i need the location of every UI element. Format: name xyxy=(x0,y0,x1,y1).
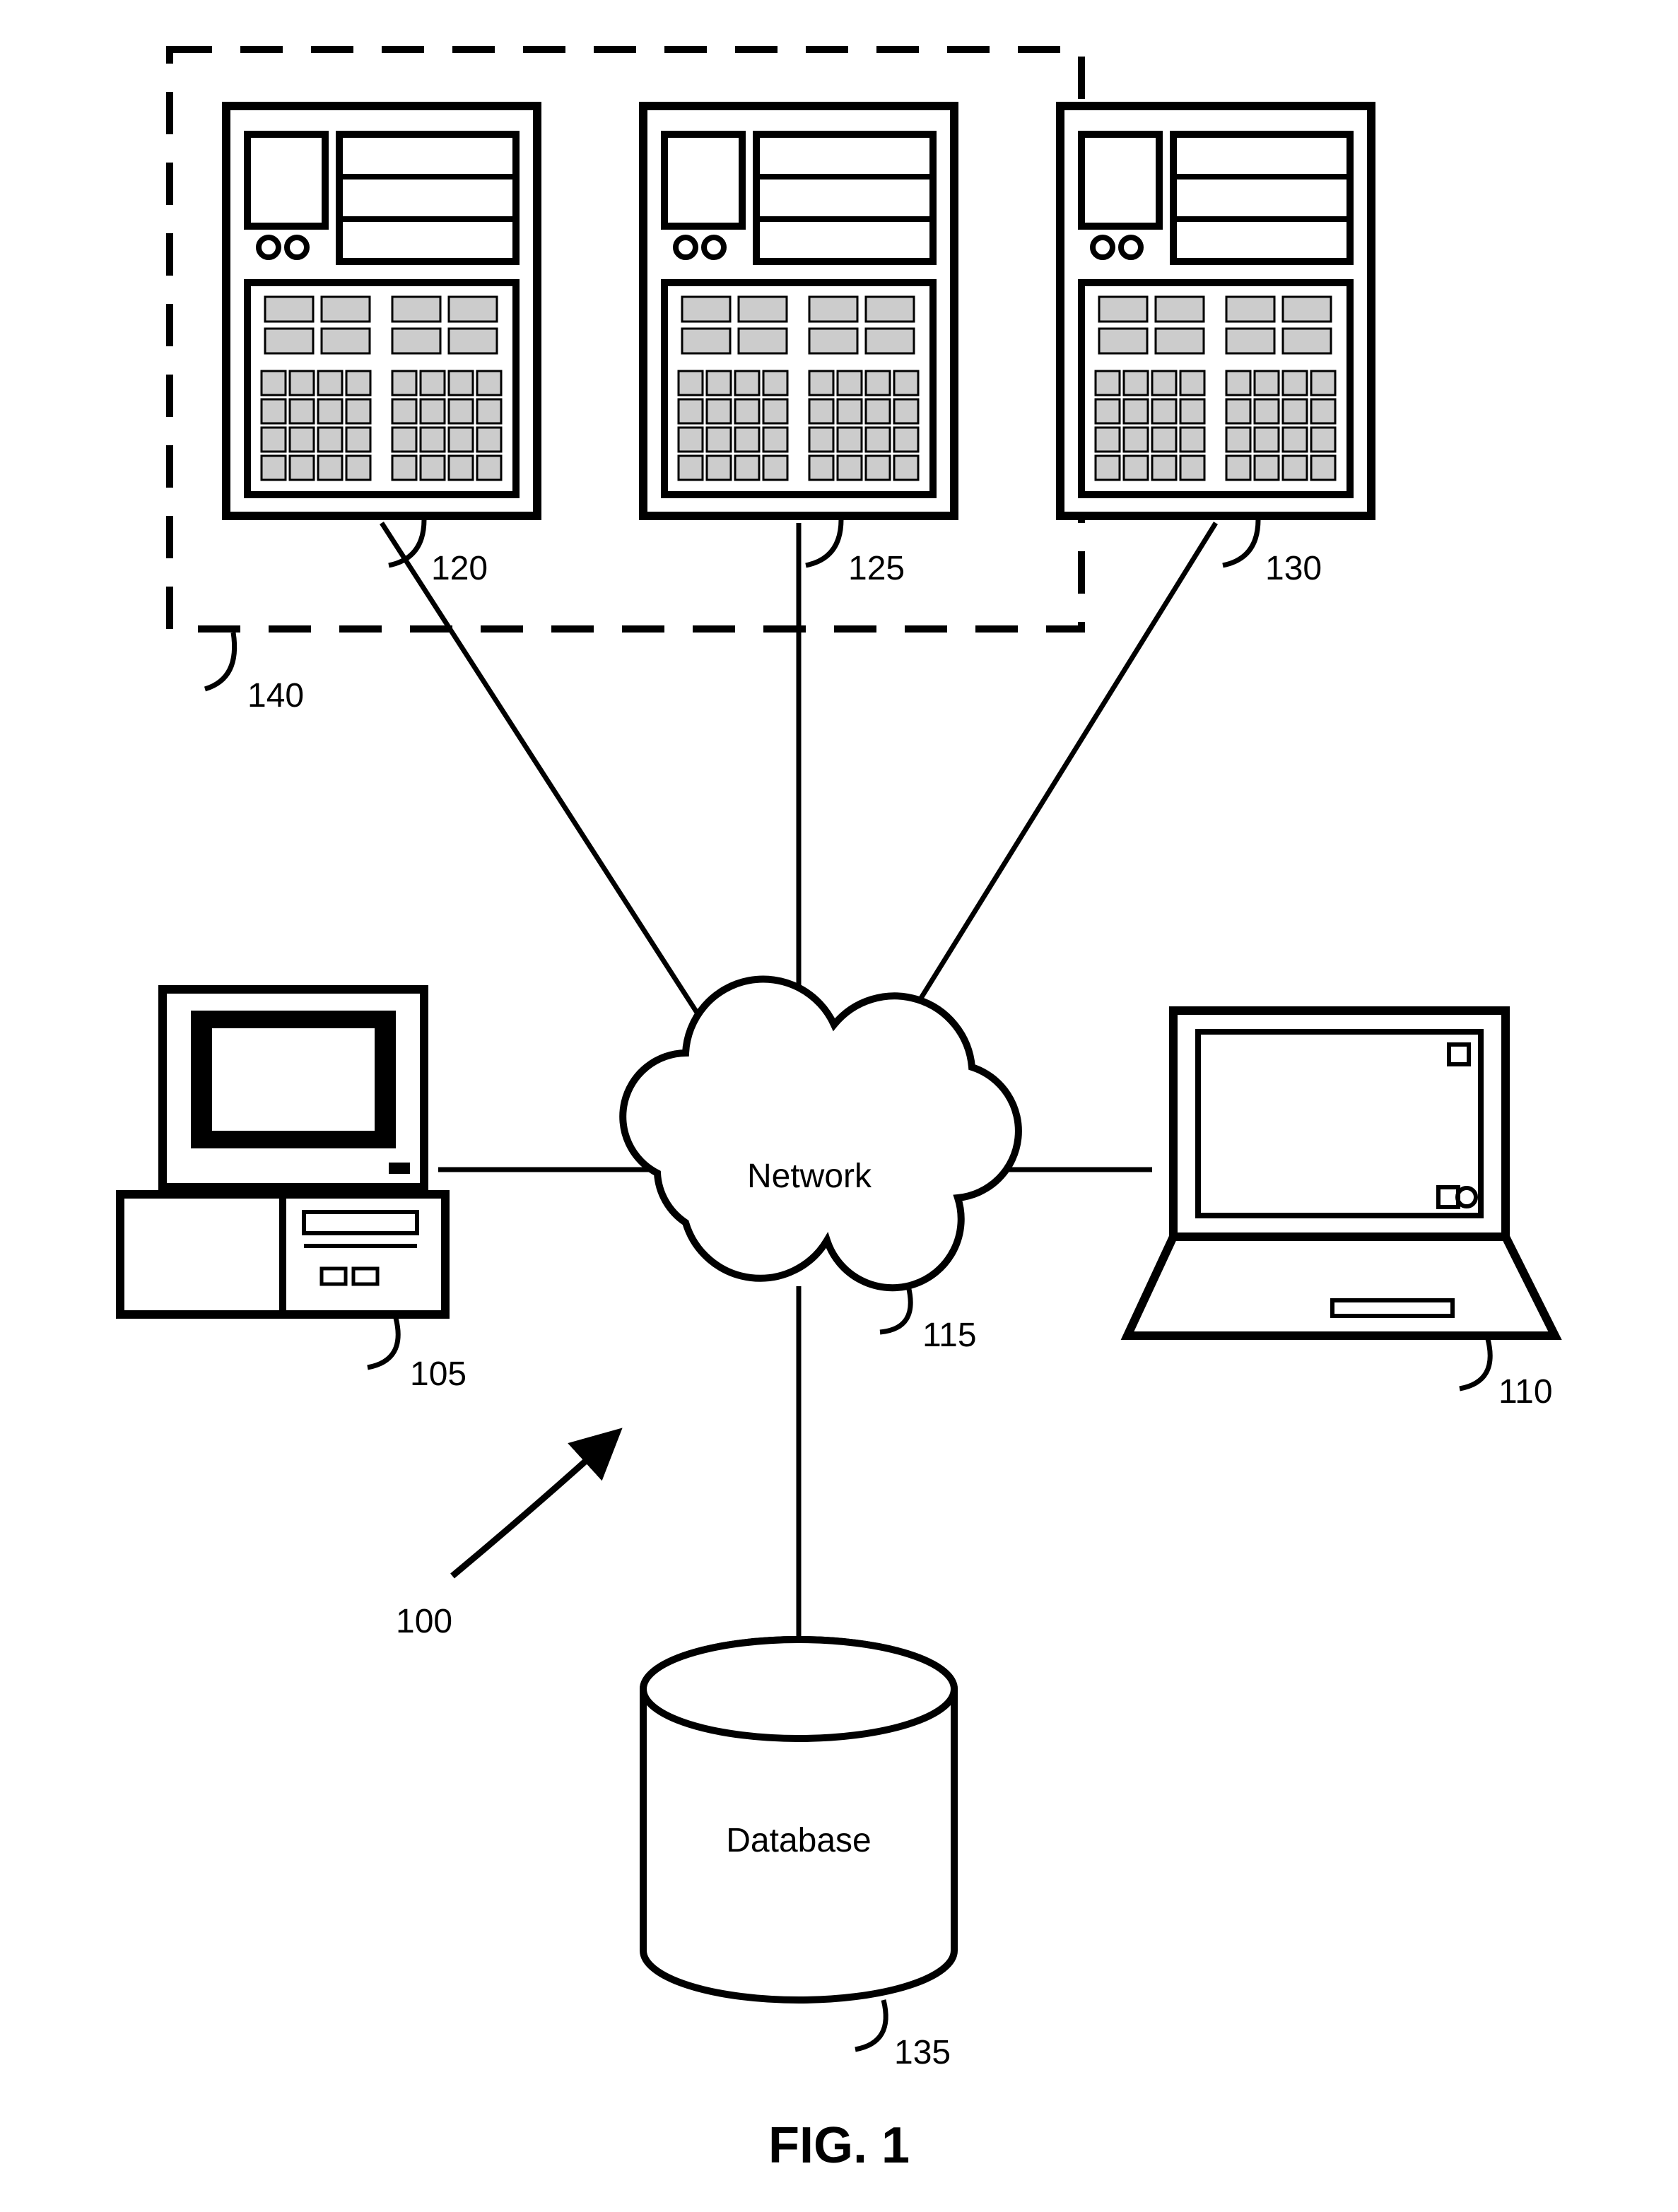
ref-cluster: 140 xyxy=(247,677,304,714)
server-c-icon xyxy=(1060,106,1371,516)
network-label: Network xyxy=(747,1158,872,1195)
figure-caption: FIG. 1 xyxy=(768,2117,910,2174)
ref-pc: 105 xyxy=(410,1355,467,1393)
database-label: Database xyxy=(726,1822,871,1859)
system-ref-arrow xyxy=(452,1435,615,1576)
ref-network: 115 xyxy=(922,1317,977,1354)
server-b-icon xyxy=(643,106,954,516)
laptop-icon xyxy=(1127,1011,1555,1336)
server-a-icon xyxy=(226,106,537,516)
ref-server-b: 125 xyxy=(848,550,905,587)
desktop-pc-icon xyxy=(120,989,445,1314)
network-diagram: Network Database xyxy=(0,0,1678,2212)
ref-laptop: 110 xyxy=(1498,1373,1553,1411)
database-icon: Database xyxy=(643,1640,954,2000)
ref-server-c: 130 xyxy=(1265,550,1322,587)
ref-server-a: 120 xyxy=(431,550,488,587)
ref-system: 100 xyxy=(396,1603,452,1640)
network-cloud-icon: Network xyxy=(623,979,1019,1288)
ref-database: 135 xyxy=(894,2034,951,2071)
